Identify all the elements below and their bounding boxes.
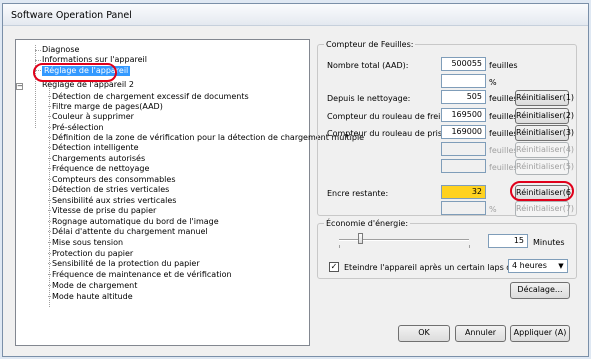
brake-roller-label: Compteur du rouleau de frein: (327, 112, 449, 121)
minutes-unit: Minutes (533, 238, 565, 247)
slider-tick (339, 245, 340, 248)
reset-5-button[interactable]: Réinitialiser(5) (515, 159, 574, 175)
auto-off-checkbox[interactable]: ✓ (329, 262, 339, 272)
tree-item-pick-speed[interactable]: Vitesse de prise du papier (52, 206, 156, 215)
counter-4-unit: feuilles (489, 146, 518, 155)
tree-item-overload-detection[interactable]: Détection de chargement excessif de docu… (52, 92, 249, 101)
sheet-counter-legend: Compteur de Feuilles: (326, 40, 414, 49)
tree-item-paper-protection[interactable]: Protection du papier (52, 249, 133, 258)
auto-off-time-value: 4 heures (512, 261, 547, 270)
offset-button[interactable]: Décalage... (510, 282, 570, 299)
pick-roller-unit: feuilles (489, 129, 518, 138)
reset-7-button[interactable]: Réinitialiser(7) (515, 201, 574, 217)
ink-remaining-label: Encre restante: (327, 189, 389, 198)
reset-1-button[interactable]: Réinitialiser(1) (515, 90, 574, 106)
auto-off-time-select[interactable]: 4 heures ▼ (508, 259, 568, 273)
tree-connector (35, 60, 41, 61)
since-cleaning-unit: feuilles (489, 94, 518, 103)
energy-saving-legend: Économie d'énergie: (326, 219, 409, 228)
tree-item-page-margin-filter[interactable]: Filtre marge de pages(AAD) (52, 102, 163, 111)
total-percent-unit: % (489, 78, 497, 87)
apply-button[interactable]: Appliquer (A) (510, 325, 570, 342)
total-count-field: 500055 (441, 57, 486, 71)
total-count-label: Nombre total (AAD): (327, 61, 409, 70)
tree-connector-root (35, 45, 36, 128)
counter-5-field (441, 159, 486, 173)
title-bar: Software Operation Panel (3, 4, 588, 26)
tree-item-diagnose[interactable]: Diagnose (42, 45, 79, 55)
counter-7-field (441, 201, 486, 215)
brake-roller-field: 169500 (441, 108, 486, 122)
tree-connector (35, 50, 41, 51)
window-title: Software Operation Panel (11, 10, 132, 21)
reset-2-button[interactable]: Réinitialiser(2) (515, 108, 574, 124)
total-count-unit: feuilles (489, 61, 518, 70)
tree-item-high-altitude-mode[interactable]: Mode haute altitude (52, 292, 133, 301)
ok-button[interactable]: OK (398, 325, 450, 342)
tree-item-power-on[interactable]: Mise sous tension (52, 238, 123, 247)
tree-item-maintenance-frequency[interactable]: Fréquence de maintenance et de vérificat… (52, 270, 232, 279)
brake-roller-unit: feuilles (489, 112, 518, 121)
counter-4-field (441, 142, 486, 156)
tree-item-consumable-counters[interactable]: Compteurs des consommables (52, 175, 176, 184)
since-cleaning-field: 505 (441, 90, 486, 104)
since-cleaning-label: Depuis le nettoyage: (327, 94, 411, 103)
tree-collapse-toggle[interactable]: − (16, 83, 23, 90)
selected-item-highlight-ring (33, 63, 117, 82)
tree-item-feed-mode[interactable]: Mode de chargement (52, 281, 137, 290)
cancel-button[interactable]: Annuler (455, 325, 506, 342)
energy-saving-slider-thumb[interactable] (358, 233, 363, 244)
tree-item-dropout-color[interactable]: Couleur à supprimer (52, 112, 134, 121)
tree-item-manual-feed-timeout[interactable]: Délai d'attente du chargement manuel (52, 227, 208, 236)
reset-6-highlight-ring (510, 181, 574, 201)
counter-7-unit: % (489, 205, 497, 214)
ink-remaining-field: 32 (441, 185, 486, 199)
tree-item-pre-pick[interactable]: Pré-sélection (52, 123, 104, 132)
pick-roller-field: 169000 (441, 125, 486, 139)
slider-tick (469, 245, 470, 248)
total-percent-field (441, 74, 486, 88)
tree-item-vertical-streaks[interactable]: Détection de stries verticales (52, 185, 169, 194)
minutes-field[interactable]: 15 (488, 234, 528, 248)
tree-item-auto-crop[interactable]: Rognage automatique du bord de l'image (52, 217, 219, 226)
reset-3-button[interactable]: Réinitialiser(3) (515, 125, 574, 141)
reset-4-button[interactable]: Réinitialiser(4) (515, 142, 574, 158)
chevron-down-icon: ▼ (558, 262, 564, 270)
pick-roller-label: Compteur du rouleau de prise : (327, 129, 453, 138)
counter-5-unit: feuilles (489, 163, 518, 172)
tree-item-allowed-feeds[interactable]: Chargements autorisés (52, 154, 145, 163)
tree-item-intelligent-detection[interactable]: Détection intelligente (52, 143, 139, 152)
tree-item-cleaning-frequency[interactable]: Fréquence de nettoyage (52, 164, 149, 173)
tree-item-paper-protection-sensitivity[interactable]: Sensibilité de la protection du papier (52, 259, 200, 268)
tree-item-streak-sensitivity[interactable]: Sensibilité aux stries verticales (52, 196, 176, 205)
